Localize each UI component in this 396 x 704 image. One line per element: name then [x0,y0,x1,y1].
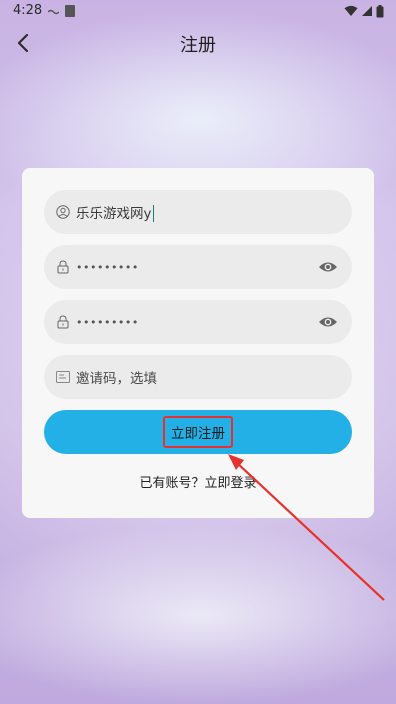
eye-icon[interactable] [318,260,338,274]
lock-icon [56,260,70,274]
register-button[interactable]: 立即注册 [44,410,352,454]
page-title: 注册 [180,35,216,56]
register-button-label: 立即注册 [163,416,233,448]
username-input[interactable]: 乐乐游戏网y [76,202,338,223]
sim-icon [65,5,75,17]
login-link[interactable]: 已有账号？立即登录 [22,472,374,491]
password-field[interactable]: ••••••••• [44,245,352,289]
invite-code-icon [56,370,70,384]
battery-icon [376,4,384,17]
lock-icon [56,315,70,329]
username-value: 乐乐游戏网y [76,205,152,222]
invite-code-field[interactable]: 邀请码，选填 [44,355,352,399]
register-card: 乐乐游戏网y ••••••••• ••••••••• 邀请码，选填 立即注册 已… [22,168,374,518]
notification-icon [48,9,59,15]
status-indicators [344,4,384,18]
username-field[interactable]: 乐乐游戏网y [44,190,352,234]
invite-code-input[interactable]: 邀请码，选填 [76,367,338,387]
eye-icon[interactable] [318,315,338,329]
confirm-password-field[interactable]: ••••••••• [44,300,352,344]
user-icon [56,205,70,219]
wifi-icon [344,5,358,16]
password-input[interactable]: ••••••••• [76,261,318,274]
confirm-password-input[interactable]: ••••••••• [76,316,318,329]
signal-icon [362,6,372,16]
status-time: 4:28 [13,3,43,18]
text-cursor [152,205,154,223]
status-bar: 4:28 [0,0,396,24]
